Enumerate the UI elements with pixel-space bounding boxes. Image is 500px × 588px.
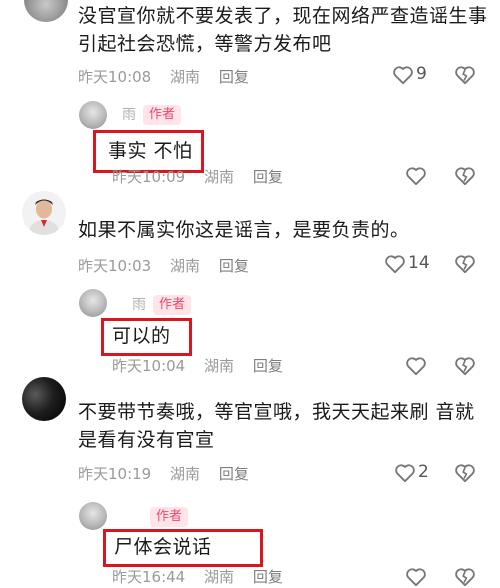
comment-meta: 昨天10:08 湖南 回复 [78, 66, 263, 87]
avatar[interactable] [79, 502, 107, 530]
author-badge: 作者 [150, 507, 189, 527]
reply-button[interactable]: 回复 [219, 465, 249, 483]
comment-text: 不要带节奏哦，等官宣哦，我天天起来刷 音就 是看有没有官宣 [78, 401, 475, 451]
heart-outline-icon[interactable] [405, 567, 427, 587]
comment-location: 湖南 [170, 465, 201, 483]
comment-time: 昨天16:44 [112, 568, 186, 586]
comment-time: 昨天10:03 [78, 257, 152, 275]
avatar[interactable] [24, 0, 68, 22]
comment-time: 昨天10:08 [78, 68, 152, 86]
author-name[interactable]: 雨 [122, 104, 136, 124]
comment-meta: 昨天10:19 湖南 回复 [78, 463, 263, 484]
broken-heart-icon[interactable] [454, 463, 476, 483]
avatar[interactable] [22, 377, 66, 421]
like-count: 9 [416, 64, 427, 84]
reply-button[interactable]: 回复 [253, 357, 283, 375]
reply-button[interactable]: 回复 [253, 568, 283, 586]
reply-button[interactable]: 回复 [219, 257, 249, 275]
comment-text: 如果不属实你这是谣言，是要负责的。 [78, 219, 410, 241]
broken-heart-icon[interactable] [454, 356, 476, 376]
heart-outline-icon[interactable] [405, 356, 427, 376]
heart-outline-icon[interactable] [392, 65, 414, 85]
broken-heart-icon[interactable] [454, 65, 476, 85]
broken-heart-icon[interactable] [454, 254, 476, 274]
comment-time: 昨天10:09 [112, 168, 186, 186]
heart-outline-icon[interactable] [384, 254, 406, 274]
reply-text: 事实 不怕 [108, 140, 193, 162]
reply-button[interactable]: 回复 [253, 168, 283, 186]
avatar[interactable] [79, 289, 107, 317]
comment-time: 昨天10:04 [112, 357, 186, 375]
avatar[interactable] [22, 191, 66, 235]
like-count: 14 [408, 253, 430, 273]
person-photo-icon [22, 191, 66, 235]
reply-text: 尸体会说话 [114, 536, 212, 558]
comment-meta: 昨天16:44 湖南 回复 [112, 566, 297, 587]
comment-meta: 昨天10:04 湖南 回复 [112, 355, 297, 376]
comment-location: 湖南 [204, 568, 235, 586]
comment-time: 昨天10:19 [78, 465, 152, 483]
author-badge: 作者 [153, 295, 192, 315]
author-name[interactable]: 雨 [132, 294, 146, 314]
avatar[interactable] [79, 101, 107, 129]
comment-meta: 昨天10:09 湖南 回复 [112, 166, 297, 187]
comment-meta: 昨天10:03 湖南 回复 [78, 255, 263, 276]
heart-outline-icon[interactable] [405, 166, 427, 186]
like-count: 2 [418, 462, 429, 482]
reply-button[interactable]: 回复 [219, 68, 249, 86]
broken-heart-icon[interactable] [454, 567, 476, 587]
reply-text: 可以的 [112, 325, 171, 347]
broken-heart-icon[interactable] [454, 166, 476, 186]
comment-location: 湖南 [170, 68, 201, 86]
comment-location: 湖南 [170, 257, 201, 275]
comment-location: 湖南 [204, 168, 235, 186]
author-badge: 作者 [143, 105, 182, 125]
comment-text: 没官宣你就不要发表了，现在网络严查造谣生事 引起社会恐慌，等警方发布吧 [78, 5, 488, 55]
heart-outline-icon[interactable] [394, 463, 416, 483]
comment-location: 湖南 [204, 357, 235, 375]
